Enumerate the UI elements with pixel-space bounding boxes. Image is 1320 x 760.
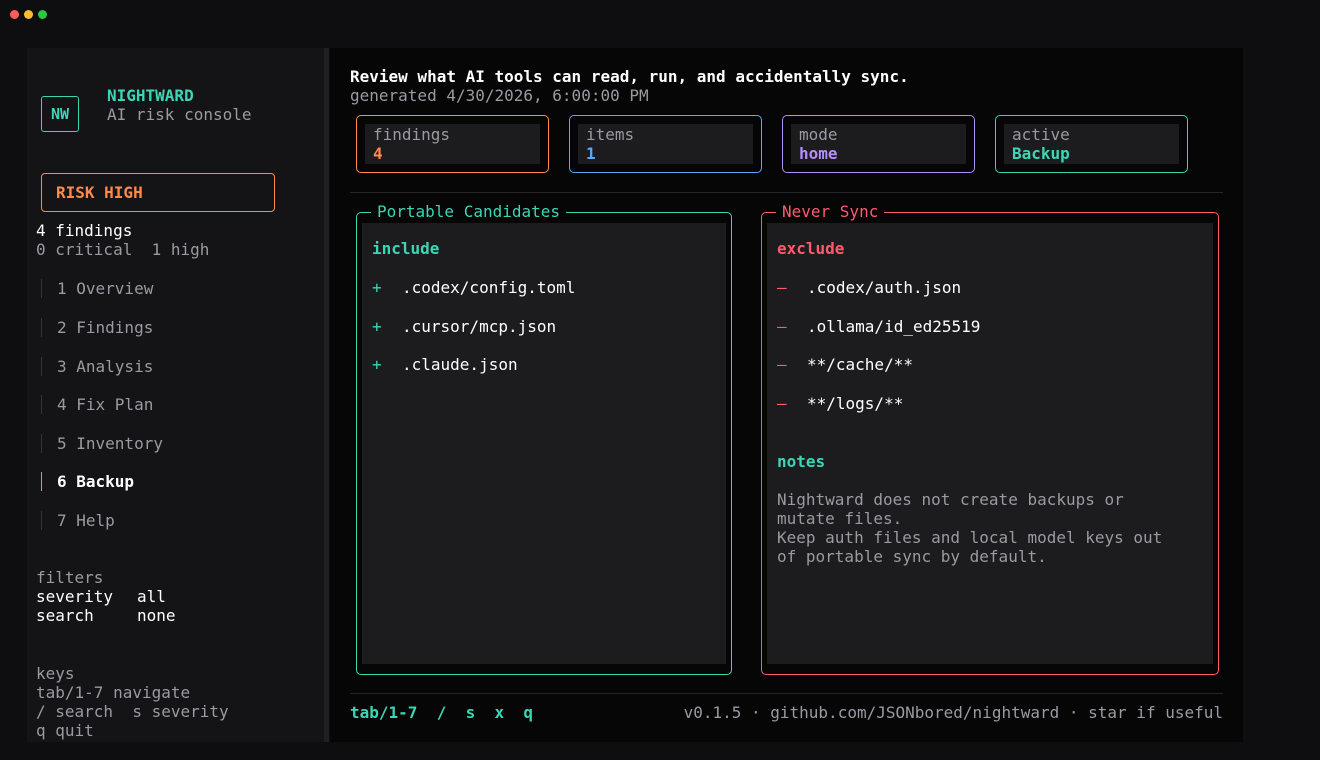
nav-item-label: 6 Backup [57,471,135,491]
nav-indicator [41,510,42,530]
include-path: .cursor/mcp.json [402,317,557,336]
nav-item-label: 2 Findings [57,317,154,337]
notes-line: Nightward does not create backups or [777,490,1124,509]
nav-indicator [41,394,42,414]
list-item: + .codex/config.toml [372,278,575,297]
portable-candidates-panel: Portable Candidates include + .codex/conf… [356,202,732,675]
list-item: + .claude.json [372,355,518,374]
stat-label: items [586,125,635,144]
nav-indicator [41,471,42,491]
scrollbar[interactable] [324,48,329,742]
nav-item-label: 5 Inventory [57,433,163,453]
exclude-heading: exclude [777,239,845,258]
stat-card-mode: mode home [782,115,975,173]
list-item: – **/logs/** [777,394,903,413]
page-title: Review what AI tools can read, run, and … [350,67,909,86]
notes-line: Keep auth files and local model keys out [777,528,1163,547]
nav-item-overview[interactable]: 1 Overview [41,277,153,299]
plus-icon: + [372,278,382,297]
stat-label: mode [799,125,838,144]
keys-line: tab/1-7 navigate [36,683,191,702]
notes-line: mutate files. [777,509,903,528]
nav-item-label: 7 Help [57,510,115,530]
nav-indicator [41,278,42,298]
exclude-path: .codex/auth.json [807,278,962,297]
footer-key-hints: tab/1-7 / s x q [350,703,534,722]
minus-icon: – [777,278,787,297]
severity-summary: 0 critical 1 high [36,240,210,259]
nav-item-fix-plan[interactable]: 4 Fix Plan [41,393,153,415]
search-filter-label: search [36,606,94,625]
filters-heading: filters [36,568,104,587]
close-window-button[interactable] [10,10,19,19]
list-item: – **/cache/** [777,355,913,374]
divider [350,192,1223,193]
app-logo: NW [41,96,79,132]
nav-item-label: 4 Fix Plan [57,394,154,414]
main-panel: Review what AI tools can read, run, and … [330,48,1243,742]
notes-line: of portable sync by default. [777,547,1047,566]
nav-item-help[interactable]: 7 Help [41,509,115,531]
generated-timestamp: generated 4/30/2026, 6:00:00 PM [350,86,649,105]
stat-label: active [1012,125,1070,144]
never-sync-panel: Never Sync exclude – .codex/auth.json – .o… [761,202,1219,675]
list-item: + .cursor/mcp.json [372,317,556,336]
list-item: – .codex/auth.json [777,278,961,297]
window-controls [10,10,47,19]
exclude-path: **/cache/** [807,355,913,374]
findings-count: 4 findings [36,221,133,240]
stat-card-active: active Backup [995,115,1188,173]
exclude-list: exclude – .codex/auth.json – .ollama/id_ed… [767,223,1213,664]
stat-value: 1 [586,144,596,163]
nav-item-label: 1 Overview [57,278,154,298]
include-list: include + .codex/config.toml + .cursor/mcp… [362,223,726,664]
maximize-window-button[interactable] [38,10,47,19]
panel-title: Never Sync [776,202,885,222]
nav-indicator [41,356,42,376]
include-heading: include [372,239,440,258]
notes-heading: notes [777,452,826,471]
stat-value: home [799,144,838,163]
app-window: NW NIGHTWARD AI risk console RISK HIGH 4… [0,0,1320,760]
nav-item-findings[interactable]: 2 Findings [41,316,153,338]
nav-item-analysis[interactable]: 3 Analysis [41,355,153,377]
nav-indicator [41,433,42,453]
minus-icon: – [777,355,787,374]
stat-label: findings [373,125,451,144]
keys-line: / search s severity [36,702,229,721]
include-path: .claude.json [402,355,518,374]
minimize-window-button[interactable] [24,10,33,19]
nav-item-backup[interactable]: 6 Backup [41,470,134,492]
risk-badge: RISK HIGH [41,173,275,212]
keys-line: q quit [36,721,94,740]
nav-item-label: 3 Analysis [57,356,154,376]
plus-icon: + [372,317,382,336]
nav-indicator [41,317,42,337]
severity-filter-label: severity [36,587,114,606]
stat-value: 4 [373,144,383,163]
keys-heading: keys [36,664,75,683]
stat-value: Backup [1012,144,1070,163]
exclude-path: .ollama/id_ed25519 [807,317,981,336]
minus-icon: – [777,317,787,336]
plus-icon: + [372,355,382,374]
app-subtitle: AI risk console [107,105,252,124]
app-name: NIGHTWARD [107,86,194,105]
sidebar: NW NIGHTWARD AI risk console RISK HIGH 4… [27,48,324,742]
include-path: .codex/config.toml [402,278,576,297]
exclude-path: **/logs/** [807,394,904,413]
minus-icon: – [777,394,787,413]
list-item: – .ollama/id_ed25519 [777,317,980,336]
panel-title: Portable Candidates [371,202,567,222]
nav-item-inventory[interactable]: 5 Inventory [41,432,163,454]
search-filter-value[interactable]: none [137,606,176,625]
stat-card-items: items 1 [569,115,762,173]
divider [350,693,1223,694]
severity-filter-value[interactable]: all [137,587,166,606]
footer-info: v0.1.5 · github.com/JSONbored/nightward … [683,703,1223,722]
stat-card-findings: findings 4 [356,115,549,173]
